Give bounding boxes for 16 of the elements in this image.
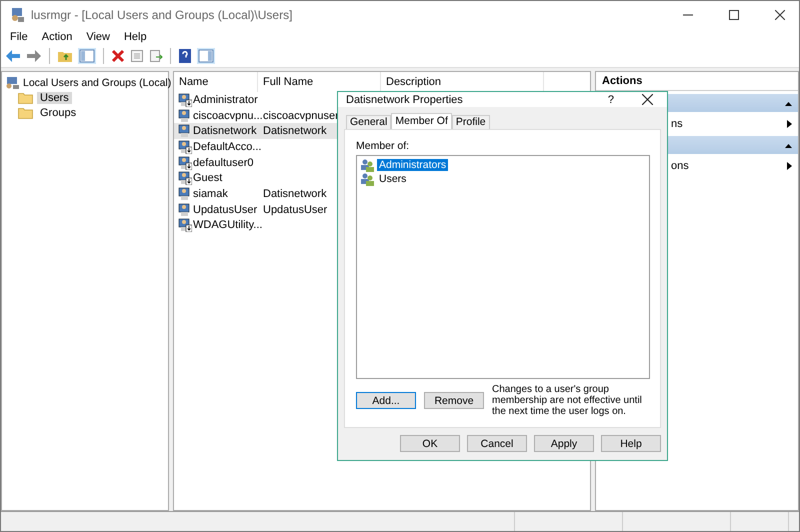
window-title: lusrmgr - [Local Users and Groups (Local)\Users]: [31, 8, 292, 22]
user-name: DefaultAcco...: [193, 140, 262, 153]
user-name: Guest: [193, 172, 222, 184]
user-name: ciscoacvpnu...: [193, 110, 263, 122]
user-name: WDAGUtility...: [193, 219, 262, 232]
membership-note: Changes to a user's group membership are not effective until the next time the user logs on.: [492, 384, 643, 417]
user-name: Datisnetwork: [193, 125, 257, 138]
user-name: defaultuser0: [193, 156, 254, 169]
user-name: Administrator: [193, 94, 258, 106]
user-name: UpdatusUser: [193, 204, 258, 216]
full-name: Datisnetwork: [262, 188, 327, 200]
member-of-label: Member of:: [356, 140, 410, 154]
user-name: siamak: [193, 188, 228, 200]
dialog-title: Datisnetwork Properties: [346, 94, 463, 106]
full-name: UpdatusUser: [262, 204, 328, 216]
full-name: Datisnetwork: [262, 125, 327, 138]
